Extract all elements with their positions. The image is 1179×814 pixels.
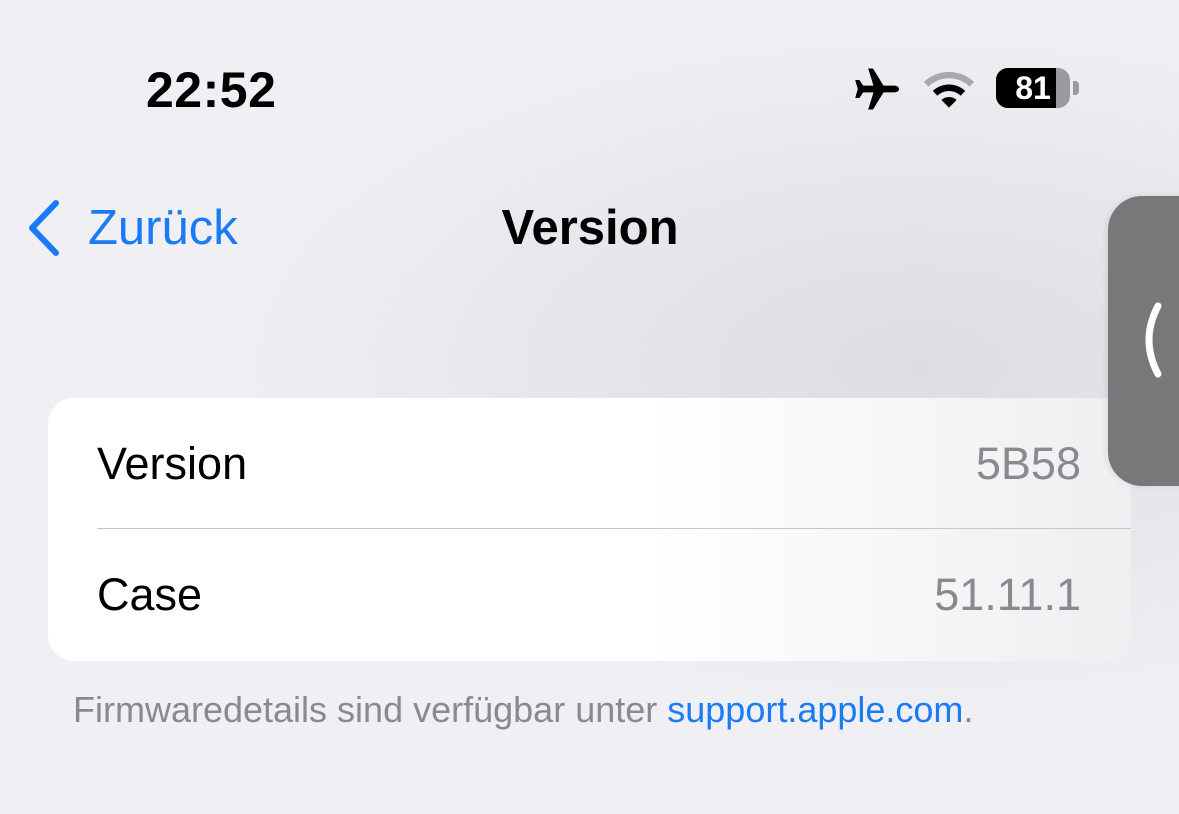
row-value: 51.11.1 [934,569,1081,620]
side-pull-tab[interactable] [1108,196,1179,486]
footer-text: Firmwaredetails sind verfügbar unter [73,689,668,730]
status-icons: 81 [852,66,1092,112]
airplane-icon [855,68,899,110]
support-link[interactable]: support.apple.com [667,689,963,730]
footer-suffix: . [963,689,974,730]
chevron-left-icon [29,200,59,256]
back-label: Zurück [88,201,238,255]
row-value: 5B58 [975,438,1081,489]
battery-cap [1073,81,1079,95]
wifi-icon [924,72,974,108]
row-label: Case [97,569,203,620]
status-time: 22:52 [146,62,277,118]
battery-body: 81 [996,68,1070,108]
list-item-version: Version 5B58 [48,398,1131,529]
version-info-list: Version 5B58 Case 51.11.1 [48,398,1131,661]
battery-percent: 81 [1015,70,1051,106]
battery-icon: 81 [996,68,1080,108]
chevron-left-icon [1145,302,1162,378]
page-title: Version [501,201,679,255]
row-label: Version [97,438,248,489]
list-item-case: Case 51.11.1 [48,529,1131,660]
footer-note: Firmwaredetails sind verfügbar unter sup… [73,688,973,732]
back-button[interactable]: Zurück [26,198,238,258]
